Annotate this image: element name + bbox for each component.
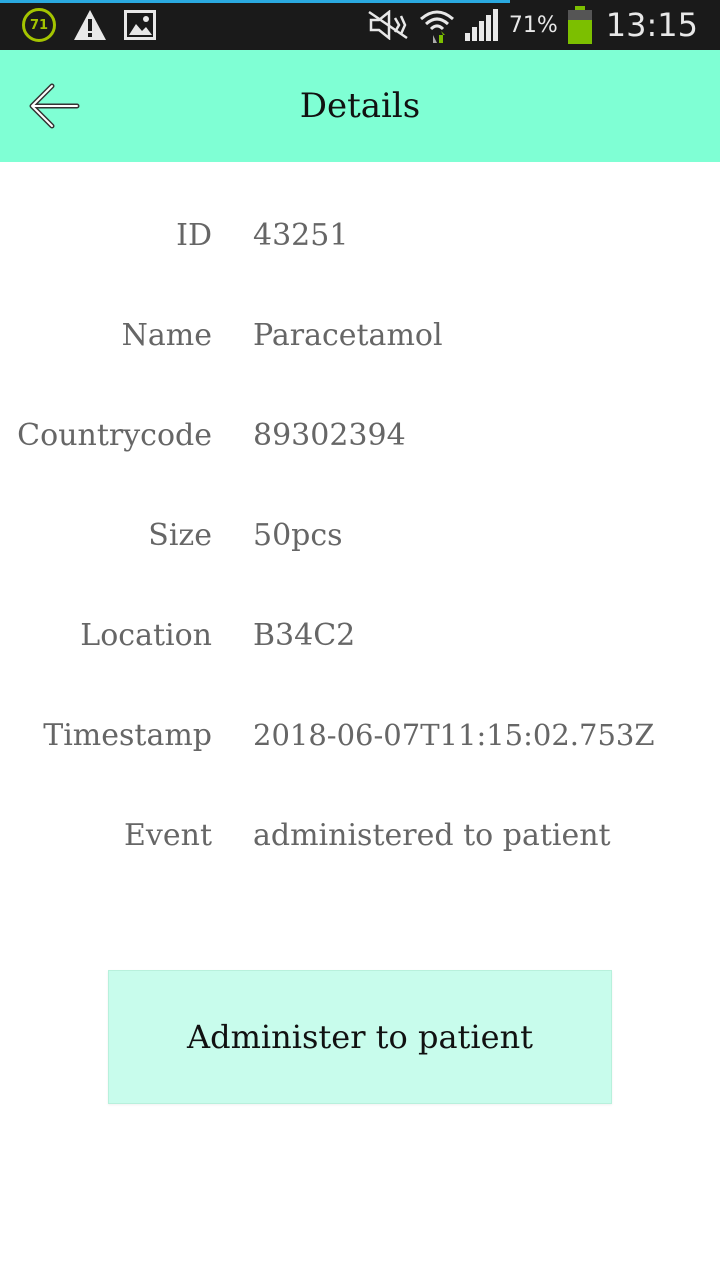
detail-value: 50pcs bbox=[253, 518, 343, 553]
detail-value: 89302394 bbox=[253, 418, 406, 453]
detail-row-location: Location B34C2 bbox=[0, 588, 720, 688]
status-bar: 71 71% 13:15 bbox=[0, 0, 720, 50]
detail-value: administered to patient bbox=[253, 818, 611, 853]
status-bar-right: 71% 13:15 bbox=[357, 5, 698, 45]
image-icon bbox=[124, 10, 156, 40]
screen: 71 71% 13:15 Details ID 43251 Name Parac… bbox=[0, 0, 720, 1280]
mute-icon bbox=[368, 10, 408, 40]
back-button[interactable] bbox=[20, 74, 88, 138]
detail-value: 43251 bbox=[253, 218, 349, 253]
page-title: Details bbox=[299, 86, 421, 126]
detail-value: Paracetamol bbox=[253, 318, 443, 353]
administer-button[interactable]: Administer to patient bbox=[108, 970, 612, 1104]
wifi-icon bbox=[419, 10, 454, 43]
warning-icon bbox=[74, 10, 106, 40]
detail-row-timestamp: Timestamp 2018-06-07T11:15:02.753Z bbox=[0, 688, 720, 788]
detail-row-countrycode: Countrycode 89302394 bbox=[0, 388, 720, 488]
detail-label: Size bbox=[148, 518, 212, 553]
detail-label: Location bbox=[80, 618, 212, 653]
battery-percent: 71% bbox=[508, 12, 558, 38]
status-progress-bar bbox=[0, 0, 510, 3]
detail-label: Timestamp bbox=[43, 718, 212, 753]
detail-label: Name bbox=[121, 318, 212, 353]
status-clock: 13:15 bbox=[605, 6, 698, 44]
arrow-left-icon bbox=[29, 83, 80, 129]
detail-row-size: Size 50pcs bbox=[0, 488, 720, 588]
detail-row-name: Name Paracetamol bbox=[0, 288, 720, 388]
app-bar: Details bbox=[0, 50, 720, 162]
details-list: ID 43251 Name Paracetamol Countrycode 89… bbox=[0, 188, 720, 888]
detail-row-event: Event administered to patient bbox=[0, 788, 720, 888]
detail-label: Event bbox=[124, 818, 212, 853]
detail-value: 2018-06-07T11:15:02.753Z bbox=[253, 718, 655, 752]
detail-label: ID bbox=[176, 218, 212, 253]
signal-icon bbox=[464, 9, 498, 41]
status-bar-left: 71 bbox=[22, 8, 172, 42]
battery-icon bbox=[567, 6, 592, 44]
detail-value: B34C2 bbox=[253, 618, 356, 653]
detail-label: Countrycode bbox=[17, 418, 212, 453]
detail-row-id: ID 43251 bbox=[0, 188, 720, 288]
badge-icon: 71 bbox=[22, 8, 56, 42]
